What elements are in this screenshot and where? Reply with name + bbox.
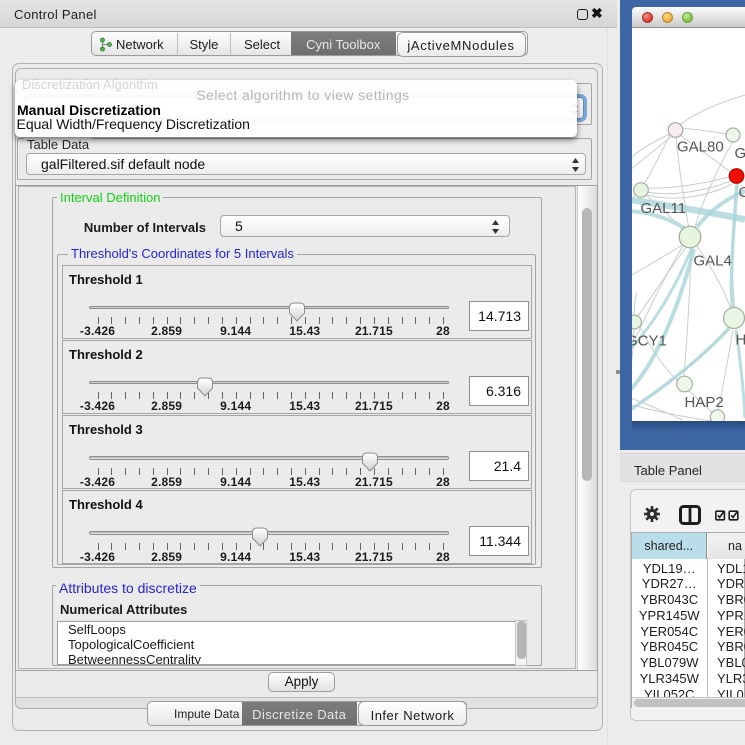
svg-text:C: C — [739, 184, 745, 201]
svg-text:HAP2: HAP2 — [685, 394, 724, 411]
svg-text:GAL11: GAL11 — [641, 200, 687, 217]
svg-text:GAL80: GAL80 — [677, 139, 724, 156]
svg-text:H: H — [736, 332, 745, 349]
svg-text:GCY1: GCY1 — [632, 333, 667, 350]
svg-text:GAL4: GAL4 — [694, 253, 732, 270]
svg-text:GA: GA — [735, 145, 745, 162]
